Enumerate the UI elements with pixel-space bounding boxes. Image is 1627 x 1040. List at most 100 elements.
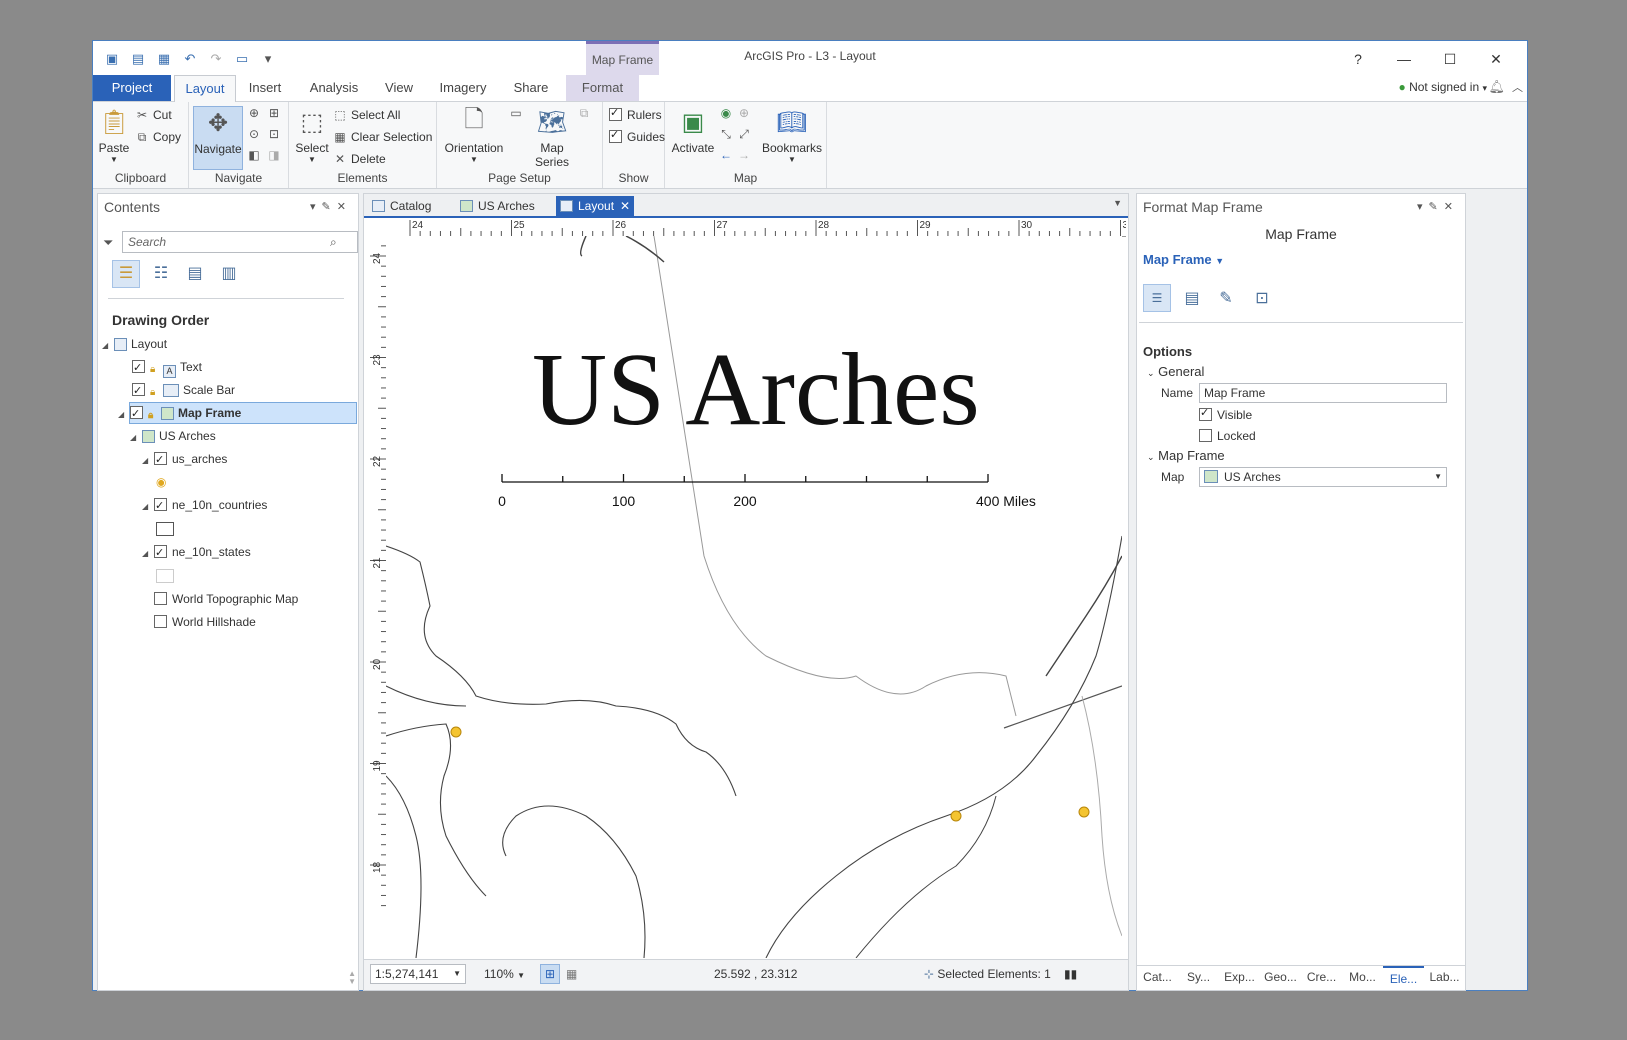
zoom-selector[interactable]: 110% ▼ [484,967,525,981]
general-section-toggle[interactable]: ⌄ General [1147,364,1204,379]
list-by-selection-button[interactable]: ▤ [182,260,208,286]
visibility-checkbox[interactable] [154,543,167,563]
customize-qat-icon[interactable]: ▾ [259,51,277,67]
next-extent-button[interactable]: ◨ [267,148,285,162]
close-button[interactable]: ✕ [1473,45,1519,73]
tree-item-layout[interactable]: ◢ Layout [102,334,167,354]
bookmarks-button[interactable]: 📖︎ Bookmarks ▼ [761,106,823,165]
tab-us-arches[interactable]: US Arches [456,196,558,216]
maximize-button[interactable]: ☐ [1427,45,1473,73]
visibility-checkbox[interactable] [154,496,167,516]
tab-layout-view[interactable]: Layout ✕ [556,196,635,216]
tab-layout[interactable]: Layout [174,75,236,103]
tab-format[interactable]: Format [566,75,639,101]
pane-controls[interactable]: ▾✎✕ [1417,200,1459,213]
tab-imagery[interactable]: Imagery [430,75,496,101]
symbology-tab-button[interactable]: ✎ [1213,285,1239,311]
copy-button[interactable]: ⧉ Copy [135,130,181,145]
minimize-button[interactable]: — [1381,45,1427,73]
clear-selection-button[interactable]: ▦ Clear Selection [333,130,432,144]
guides-check[interactable] [609,128,622,143]
locked-check[interactable] [1199,429,1212,442]
map-frame-section-toggle[interactable]: ⌄ Map Frame [1147,448,1225,463]
tab-project[interactable]: Project [93,75,171,101]
visibility-checkbox[interactable] [130,404,143,424]
display-tab-button[interactable]: ▤ [1179,285,1205,311]
list-by-editing-button[interactable]: ▥ [216,260,242,286]
tab-element-pane[interactable]: Ele... [1383,966,1424,990]
visibility-checkbox[interactable] [154,615,167,628]
pane-controls[interactable]: ▾✎✕ [310,200,352,213]
copy-page-button[interactable]: ⧉ [577,106,595,121]
filter-icon[interactable]: ⏷ [103,235,113,251]
search-icon[interactable]: ⌕ [330,235,337,250]
selected-elements-status[interactable]: ⊹ Selected Elements: 1 [924,967,1051,981]
cut-button[interactable]: ✂ Cut [135,108,172,122]
rulers-checkbox[interactable]: Rulers [609,106,662,122]
sign-in-status[interactable]: ● Not signed in ▾ [1398,80,1487,94]
tab-labeling-pane[interactable]: Lab... [1424,966,1465,990]
map-dropdown[interactable]: US Arches ▼ [1199,467,1447,487]
expand-icon[interactable]: ◢ [142,544,154,564]
map-history-buttons[interactable]: ← → [719,148,755,162]
tab-create-pane[interactable]: Cre... [1301,966,1342,990]
paste-button[interactable]: 📋︎ Paste ▼ [97,106,131,165]
close-tab-icon[interactable]: ✕ [620,196,630,216]
locked-checkbox[interactable]: Locked [1199,429,1256,443]
notification-bell-icon[interactable]: 🔔︎ [1488,79,1505,95]
fixed-zoom-in-button[interactable]: ⊙ [247,127,265,141]
redo-icon[interactable]: ↷ [207,51,225,67]
polygon-symbol-swatch[interactable] [156,522,174,536]
list-by-drawing-order-button[interactable]: ☰ [112,260,140,288]
element-selector-dropdown[interactable]: Map Frame ▼ [1143,252,1224,267]
tree-item-text[interactable]: 🔒︎A Text [132,357,202,378]
new-project-icon[interactable]: ▣ [103,51,121,67]
tree-item-states-layer[interactable]: ◢ ne_10n_states [142,542,251,564]
visible-checkbox[interactable]: Visible [1199,406,1252,422]
tab-export-pane[interactable]: Exp... [1219,966,1260,990]
tree-item-us-arches-layer[interactable]: ◢ us_arches [142,449,227,471]
guides-checkbox[interactable]: Guides [609,128,665,144]
delete-button[interactable]: ✕ Delete [333,152,386,166]
list-by-source-button[interactable]: ☷ [148,260,174,286]
tree-item-topographic-basemap[interactable]: World Topographic Map [154,589,298,609]
undo-icon[interactable]: ↶ [181,51,199,67]
grid-icon[interactable]: ▦ [566,967,577,981]
activate-button[interactable]: ▣ Activate [671,106,715,156]
placement-tab-button[interactable]: ⊡ [1249,285,1275,311]
navigate-button[interactable]: ✥ Navigate [193,106,243,170]
visibility-checkbox[interactable] [132,358,145,378]
zoom-page-button[interactable]: ⊞ [267,106,285,120]
name-input[interactable]: Map Frame [1199,383,1447,403]
lock-icon[interactable]: 🔒︎ [148,406,158,421]
tab-view[interactable]: View [376,75,422,101]
expand-icon[interactable]: ◢ [130,428,142,448]
zoom-to-selected-button[interactable]: ⊡ [267,127,285,141]
camera-point-symbol-icon[interactable]: ◉ [156,475,166,489]
rulers-check[interactable] [609,106,622,121]
help-button[interactable]: ? [1335,45,1381,73]
expand-icon[interactable]: ◢ [102,336,114,356]
snapping-button[interactable]: ⊞ [540,964,560,984]
select-button[interactable]: ⬚ Select ▼ [295,106,329,165]
tree-item-scale-bar[interactable]: 🔒︎ Scale Bar [132,380,235,401]
scroll-arrows-icon[interactable]: ▲ ▼ [348,970,356,986]
collapse-ribbon-icon[interactable]: ︿ [1512,79,1523,95]
tree-item-map-frame[interactable]: ◢ 🔒︎ Map Frame [118,403,241,424]
previous-extent-button[interactable]: ◧ [247,148,265,162]
zoom-to-map-button[interactable]: ◉ ⊕ [719,106,755,120]
tab-list-dropdown-icon[interactable]: ▼ [1113,198,1122,208]
orientation-button[interactable]: 🗋︎ Orientation ▼ [441,106,507,165]
polygon-symbol-swatch[interactable] [156,569,174,583]
scale-selector[interactable]: 1:5,274,141 ▼ [370,964,466,984]
size-button[interactable]: ▭ [509,106,527,120]
lock-icon[interactable]: 🔒︎ [150,383,160,398]
expand-icon[interactable]: ◢ [142,451,154,471]
tab-analysis[interactable]: Analysis [300,75,368,101]
save-icon[interactable]: ▦ [155,51,173,67]
zoom-full-extent-button[interactable]: ⊕ [247,106,265,120]
options-tab-button[interactable]: ☰ [1143,284,1171,312]
visibility-checkbox[interactable] [154,450,167,470]
scale-bar[interactable]: 0 100 200 400 Miles [496,474,1056,522]
tab-catalog[interactable]: Catalog [368,196,460,216]
